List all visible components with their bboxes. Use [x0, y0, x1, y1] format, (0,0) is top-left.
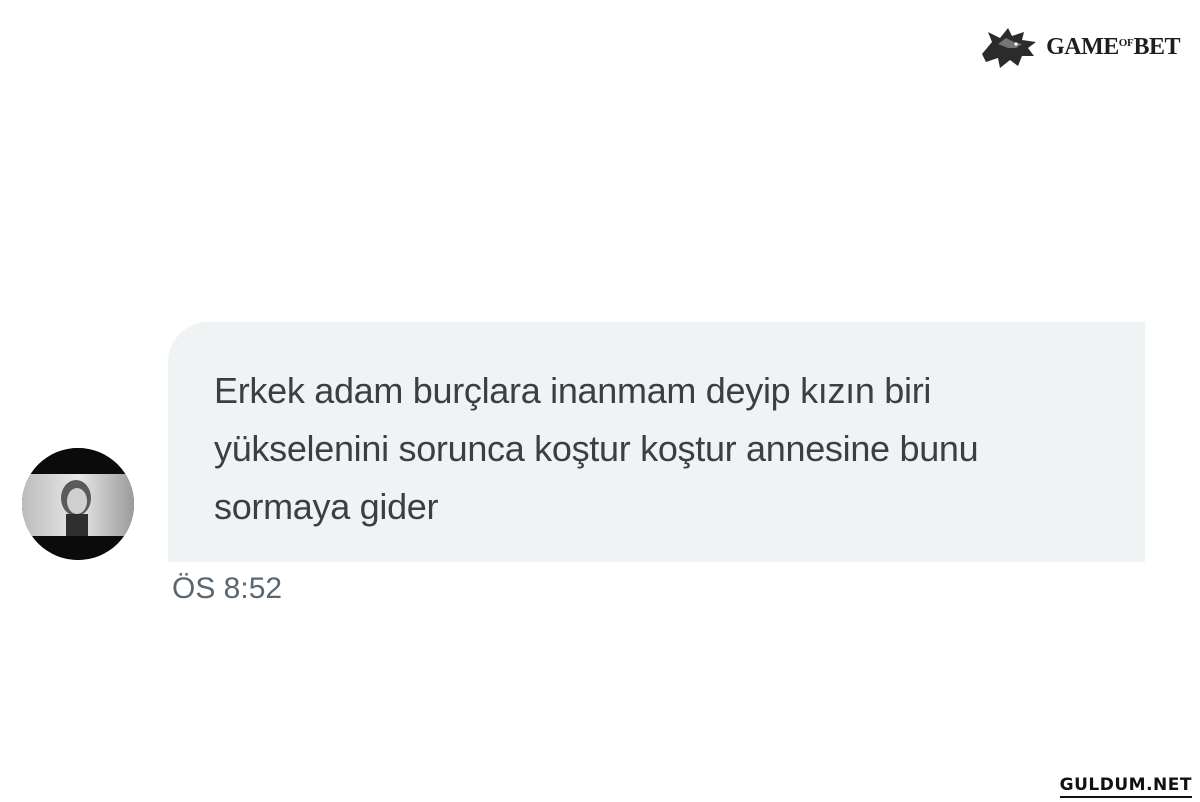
brand-part-of: OF	[1118, 36, 1134, 49]
message-timestamp: ÖS 8:52	[172, 572, 283, 605]
brand-part-game: GAME	[1046, 33, 1119, 60]
message-line: sormaya gider	[214, 486, 439, 527]
page: GAMEOFBET Erkek adam burçlara inanmam de…	[0, 0, 1200, 802]
message-line: Erkek adam burçlara inanmam deyip kızın …	[214, 370, 932, 411]
brand-name: GAMEOFBET	[1046, 34, 1180, 61]
message-text: Erkek adam burçlara inanmam deyip kızın …	[214, 362, 1131, 536]
wolf-head-icon	[978, 24, 1040, 70]
avatar[interactable]	[22, 448, 134, 560]
message-line: yükselenini sorunca koştur koştur annesi…	[214, 428, 979, 469]
brand-part-bet: BET	[1133, 33, 1180, 60]
message-bubble[interactable]: Erkek adam burçlara inanmam deyip kızın …	[168, 322, 1145, 562]
site-watermark: GULDUM.NET	[1059, 775, 1192, 798]
brand-watermark: GAMEOFBET	[978, 24, 1180, 70]
